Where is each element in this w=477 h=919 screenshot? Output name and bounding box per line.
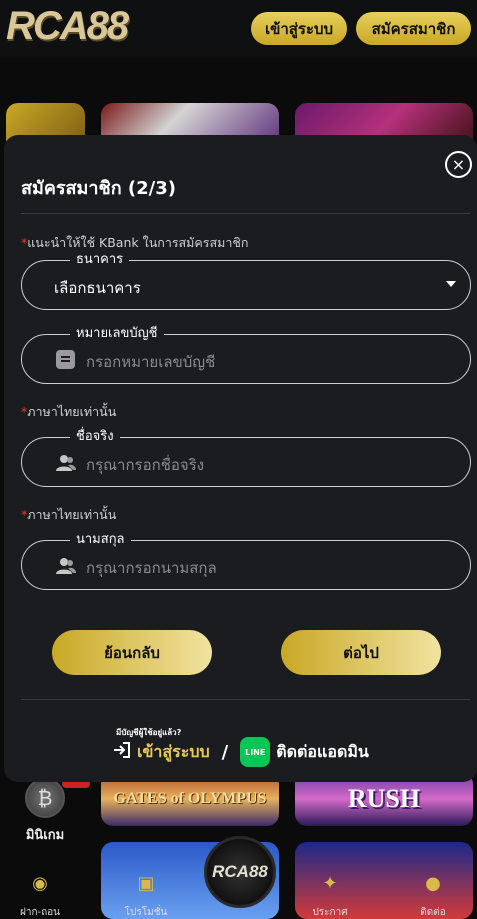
nav-deposit[interactable]: ◉ ฝาก-ถอน	[5, 866, 75, 919]
nav-label: โปรโมชั่น	[124, 907, 168, 918]
account-field-label: หมายเลขบัญชี	[70, 326, 164, 342]
user-icon	[56, 453, 76, 473]
bank-field-label: ธนาคาร	[70, 252, 130, 268]
bank-hint: *แนะนำให้ใช้ KBank ในการสมัครสมาชิก	[21, 233, 248, 253]
bank-select[interactable]: ธนาคาร เลือกธนาคาร	[21, 252, 471, 310]
thai-only-text: ภาษาไทยเท่านั้น	[27, 507, 117, 522]
last-name-field[interactable]: นามสกุล กรุณากรอกนามสกุล	[21, 532, 471, 590]
nav-announcement[interactable]: ✦ ประกาศ	[295, 866, 365, 919]
divider	[21, 699, 470, 700]
game-tile-title: GATES of OLYMPUS	[113, 790, 267, 807]
login-icon	[113, 742, 131, 762]
close-icon[interactable]: ×	[445, 151, 472, 178]
bank-select-value: เลือกธนาคาร	[54, 279, 141, 297]
register-modal: สมัครสมาชิก (2/3) × *แนะนำให้ใช้ KBank ใ…	[4, 135, 477, 782]
bank-hint-text: แนะนำให้ใช้ KBank ในการสมัครสมาชิก	[27, 235, 249, 250]
nav-label: ประกาศ	[312, 907, 348, 918]
nav-label: ฝาก-ถอน	[19, 907, 61, 918]
thai-only-text: ภาษาไทยเท่านั้น	[27, 404, 117, 419]
first-name-field[interactable]: ชื่อจริง กรุณากรอกชื่อจริง	[21, 429, 471, 487]
footer-login-link[interactable]: เข้าสู่ระบบ	[137, 740, 210, 765]
minigame-category[interactable]: ₿ มินิเกม	[14, 778, 76, 845]
account-number-field[interactable]: หมายเลขบัญชี กรอกหมายเลขบัญชี	[21, 326, 471, 384]
last-name-placeholder: กรุณากรอกนามสกุล	[86, 559, 217, 577]
card-icon	[56, 350, 75, 369]
gift-icon: ▣	[137, 872, 155, 894]
first-name-placeholder: กรุณากรอกชื่อจริง	[86, 456, 205, 474]
chat-icon: ●	[425, 872, 441, 894]
site-logo[interactable]: RCA88	[6, 4, 129, 49]
thai-only-hint: *ภาษาไทยเท่านั้น	[21, 402, 116, 422]
top-bar: RCA88 เข้าสู่ระบบ สมัครสมาชิก	[0, 0, 477, 57]
account-number-placeholder: กรอกหมายเลขบัญชี	[86, 353, 216, 371]
center-home-logo[interactable]: RCA88	[204, 836, 276, 908]
megaphone-icon: ✦	[322, 872, 338, 894]
first-name-label: ชื่อจริง	[70, 429, 120, 445]
minigame-label: มินิเกม	[25, 828, 65, 843]
modal-title: สมัครสมาชิก (2/3)	[21, 178, 176, 199]
back-button[interactable]: ย้อนกลับ	[52, 630, 212, 675]
next-button[interactable]: ต่อไป	[281, 630, 441, 675]
last-name-label: นามสกุล	[70, 532, 131, 548]
header-login-button[interactable]: เข้าสู่ระบบ	[251, 12, 347, 45]
game-tile-title: RUSH	[347, 784, 421, 813]
separator: /	[221, 741, 229, 763]
divider	[21, 213, 470, 214]
footer-links: เข้าสู่ระบบ / LINE ติดต่อแอดมิน	[113, 737, 369, 767]
contact-admin-link[interactable]: ติดต่อแอดมิน	[276, 740, 369, 765]
nav-label: ติดต่อ	[420, 907, 446, 918]
chevron-down-icon	[446, 281, 456, 287]
line-icon[interactable]: LINE	[240, 737, 271, 767]
bitcoin-icon: ₿	[25, 778, 65, 818]
header-register-button[interactable]: สมัครสมาชิก	[356, 12, 471, 45]
user-icon	[56, 556, 76, 576]
nav-contact[interactable]: ● ติดต่อ	[398, 866, 468, 919]
thai-only-hint: *ภาษาไทยเท่านั้น	[21, 505, 116, 525]
wallet-icon: ◉	[32, 872, 48, 894]
nav-promotion[interactable]: ▣ โปรโมชั่น	[111, 866, 181, 919]
